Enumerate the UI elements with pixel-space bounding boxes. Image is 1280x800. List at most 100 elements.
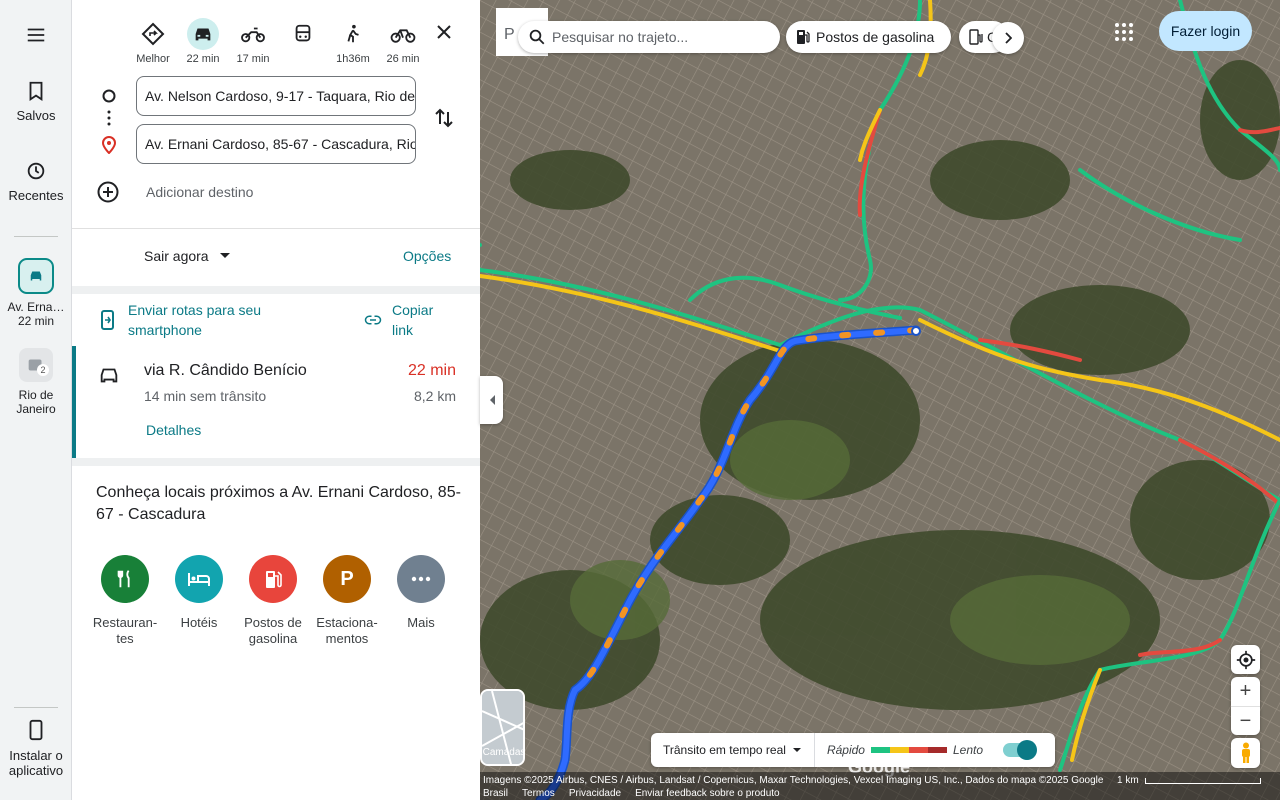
nearby-categories: Restauran- tes Hotéis Postos de gasolina…	[88, 555, 458, 647]
caret-down-icon	[792, 748, 801, 752]
add-destination-label: Adicionar destino	[146, 184, 254, 200]
satellite-map	[480, 0, 1280, 800]
mode-bicycle[interactable]: 26 min	[378, 18, 428, 65]
sign-in-button[interactable]: Fazer login	[1159, 11, 1252, 51]
recent-place-button[interactable]: 2 Rio de Janeiro	[0, 348, 72, 416]
route-via: via R. Cândido Benício	[144, 362, 307, 379]
divider	[72, 228, 480, 229]
swatch-very-slow	[927, 747, 947, 753]
mode-label: 26 min	[386, 53, 420, 65]
mode-label: 22 min	[186, 53, 220, 65]
fast-label: Rápido	[826, 743, 865, 757]
history-icon	[27, 162, 45, 180]
menu-button[interactable]	[0, 24, 72, 52]
google-apps-button[interactable]	[1114, 22, 1134, 47]
stacked-places-icon: 2	[19, 348, 53, 382]
layers-button[interactable]: Camadas	[480, 689, 525, 766]
more-icon	[397, 555, 445, 603]
footer-terms[interactable]: Termos	[522, 788, 555, 799]
copy-link-button[interactable]: Copiar link	[364, 300, 433, 340]
zoom-in-button[interactable]: +	[1231, 677, 1260, 706]
copy-line1: Copiar	[392, 302, 434, 318]
add-destination-button[interactable]: Adicionar destino	[96, 180, 253, 204]
map-attribution: Imagens ©2025 Airbus, CNES / Airbus, Lan…	[480, 772, 1280, 800]
car-icon	[18, 258, 54, 294]
route-no-traffic: 14 min sem trânsito	[144, 388, 267, 404]
footer-privacy[interactable]: Privacidade	[569, 788, 621, 799]
close-directions-button[interactable]	[432, 20, 456, 44]
maps-app: Salvos Recentes Av. Erna… 22 min 2 Rio d…	[0, 0, 1280, 800]
category-parking[interactable]: P Estaciona- mentos	[310, 555, 384, 647]
scale-bar[interactable]: 1 km	[1117, 775, 1261, 786]
footer-feedback[interactable]: Enviar feedback sobre o produto	[635, 788, 780, 799]
apps-grid-icon	[1115, 23, 1133, 41]
route-distance: 8,2 km	[413, 388, 456, 404]
swatch-moderate	[889, 747, 909, 753]
footer-country[interactable]: Brasil	[483, 788, 508, 799]
street-view-pegman[interactable]	[1231, 738, 1260, 768]
layers-label: Camadas	[482, 747, 525, 758]
mode-walk[interactable]: 1h36m	[328, 18, 378, 65]
mode-label: Melhor	[136, 53, 170, 65]
category-line2: mentos	[325, 631, 369, 646]
scale-label: 1 km	[1117, 775, 1139, 786]
motorcycle-icon	[241, 27, 265, 43]
destination-pin-icon	[101, 136, 117, 154]
scale-line	[1144, 777, 1261, 784]
zoom-out-button[interactable]: −	[1231, 706, 1260, 735]
place-line1: Rio de	[18, 388, 54, 402]
travel-modes: Melhor 22 min 17 min 1h36m 26 min	[128, 18, 428, 65]
caret-down-icon	[219, 253, 230, 258]
search-along-route-input[interactable]: Pesquisar no trajeto...	[518, 21, 780, 53]
depart-time-dropdown[interactable]: Sair agora	[144, 248, 231, 264]
mode-car[interactable]: 22 min	[178, 18, 228, 65]
recent-button[interactable]: Recentes	[0, 160, 72, 203]
origin-circle-icon	[102, 89, 116, 103]
install-app-button[interactable]: Instalar o aplicativo	[0, 718, 72, 778]
car-icon	[195, 28, 211, 41]
saved-button[interactable]: Salvos	[0, 80, 72, 123]
link-icon	[364, 315, 382, 325]
mode-best[interactable]: Melhor	[128, 18, 178, 65]
mode-transit[interactable]	[278, 18, 328, 65]
traffic-toggle[interactable]	[1003, 740, 1037, 760]
swap-button[interactable]	[432, 106, 456, 135]
route-details-link[interactable]: Detalhes	[146, 422, 201, 438]
destination-input[interactable]: Av. Ernani Cardoso, 85-67 - Cascadura, R…	[136, 124, 416, 164]
gas-stations-chip[interactable]: Postos de gasolina	[786, 21, 951, 53]
map-canvas[interactable]	[480, 0, 1280, 800]
route-option-card[interactable]: via R. Cândido Benício 22 min 14 min sem…	[72, 346, 480, 458]
options-button[interactable]: Opções	[403, 248, 451, 264]
my-location-button[interactable]	[1231, 645, 1260, 674]
origin-input[interactable]: Av. Nelson Cardoso, 9-17 - Taquara, Rio …	[136, 76, 416, 116]
chevron-right-icon	[1005, 32, 1012, 44]
section-separator	[72, 286, 480, 294]
traffic-mode-dropdown[interactable]: Trânsito em tempo real	[651, 733, 815, 767]
saved-label: Salvos	[16, 108, 56, 123]
bed-icon	[175, 555, 223, 603]
nearby-title: Conheça locais próximos a Av. Ernani Car…	[96, 484, 461, 523]
place-line2: Janeiro	[16, 402, 56, 416]
copy-line2: link	[392, 322, 414, 338]
category-restaurants[interactable]: Restauran- tes	[88, 555, 162, 647]
mode-label: 17 min	[236, 53, 270, 65]
zoom-controls: + −	[1231, 677, 1260, 735]
gas-pump-icon	[969, 29, 983, 45]
category-hotels[interactable]: Hotéis	[162, 555, 236, 647]
recent-trip-button[interactable]: Av. Erna… 22 min	[0, 258, 72, 328]
category-line1: Restauran-	[92, 615, 158, 630]
plus-icon: +	[1239, 680, 1252, 702]
category-more[interactable]: Mais	[384, 555, 458, 647]
gas-icon	[249, 555, 297, 603]
chevron-left-icon	[489, 395, 495, 405]
mode-label: 1h36m	[336, 53, 370, 65]
mode-motorcycle[interactable]: 17 min	[228, 18, 278, 65]
trip-time: 22 min	[17, 314, 55, 328]
category-gas[interactable]: Postos de gasolina	[236, 555, 310, 647]
collapse-panel-button[interactable]	[480, 376, 503, 424]
send-to-phone-button[interactable]: Enviar rotas para seu smartphone	[100, 300, 261, 340]
walk-icon	[347, 24, 359, 43]
more-chips-button[interactable]	[992, 22, 1024, 54]
category-line1: Mais	[407, 615, 435, 630]
parking-icon: P	[323, 555, 371, 603]
